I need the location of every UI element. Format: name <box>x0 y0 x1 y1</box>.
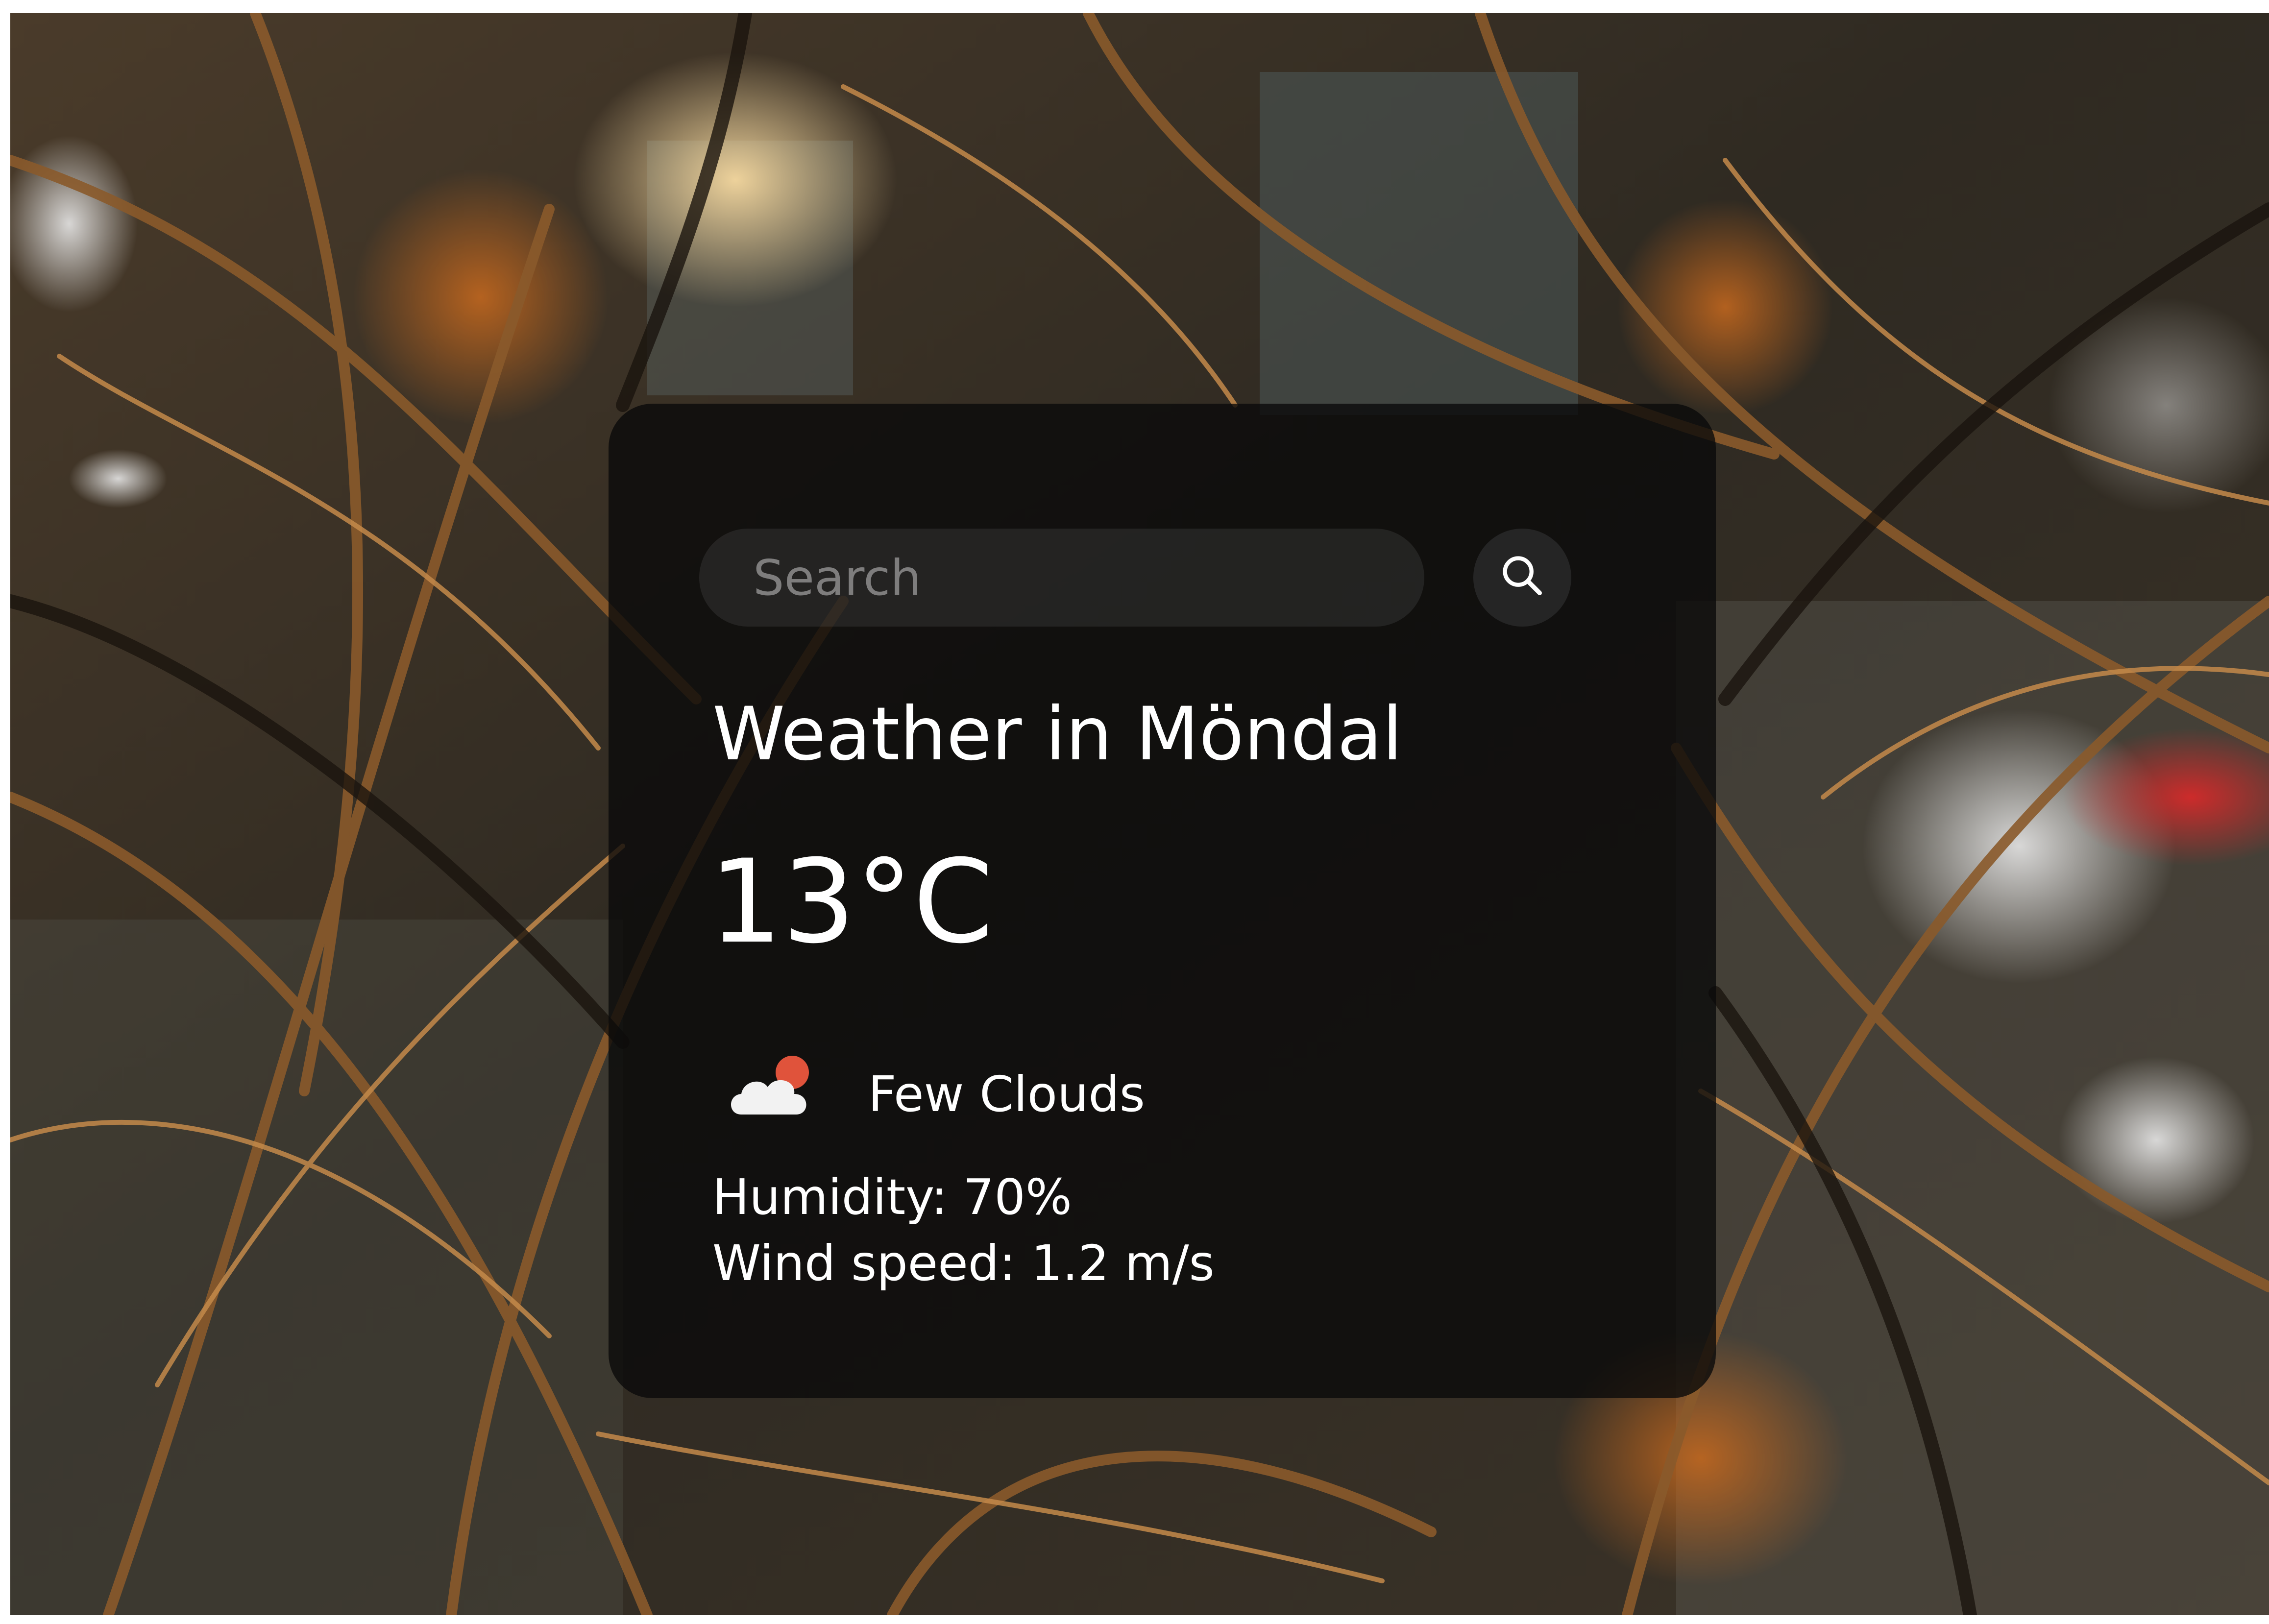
condition-label: Few Clouds <box>868 1066 1145 1123</box>
search-button[interactable] <box>1473 529 1571 627</box>
app-viewport: Weather in Möndal 13°C Few Clouds Humidi… <box>10 13 2269 1615</box>
search-bar <box>699 529 1571 627</box>
search-input[interactable] <box>699 529 1424 627</box>
weather-card: Weather in Möndal 13°C Few Clouds Humidi… <box>609 404 1716 1398</box>
search-icon <box>1503 556 1542 595</box>
temperature: 13°C <box>709 835 994 969</box>
few-clouds-icon <box>731 1056 809 1115</box>
wind-speed-value: Wind speed: 1.2 m/s <box>712 1235 1215 1292</box>
city-title: Weather in Möndal <box>712 692 1403 777</box>
humidity-value: Humidity: 70% <box>712 1168 1072 1226</box>
